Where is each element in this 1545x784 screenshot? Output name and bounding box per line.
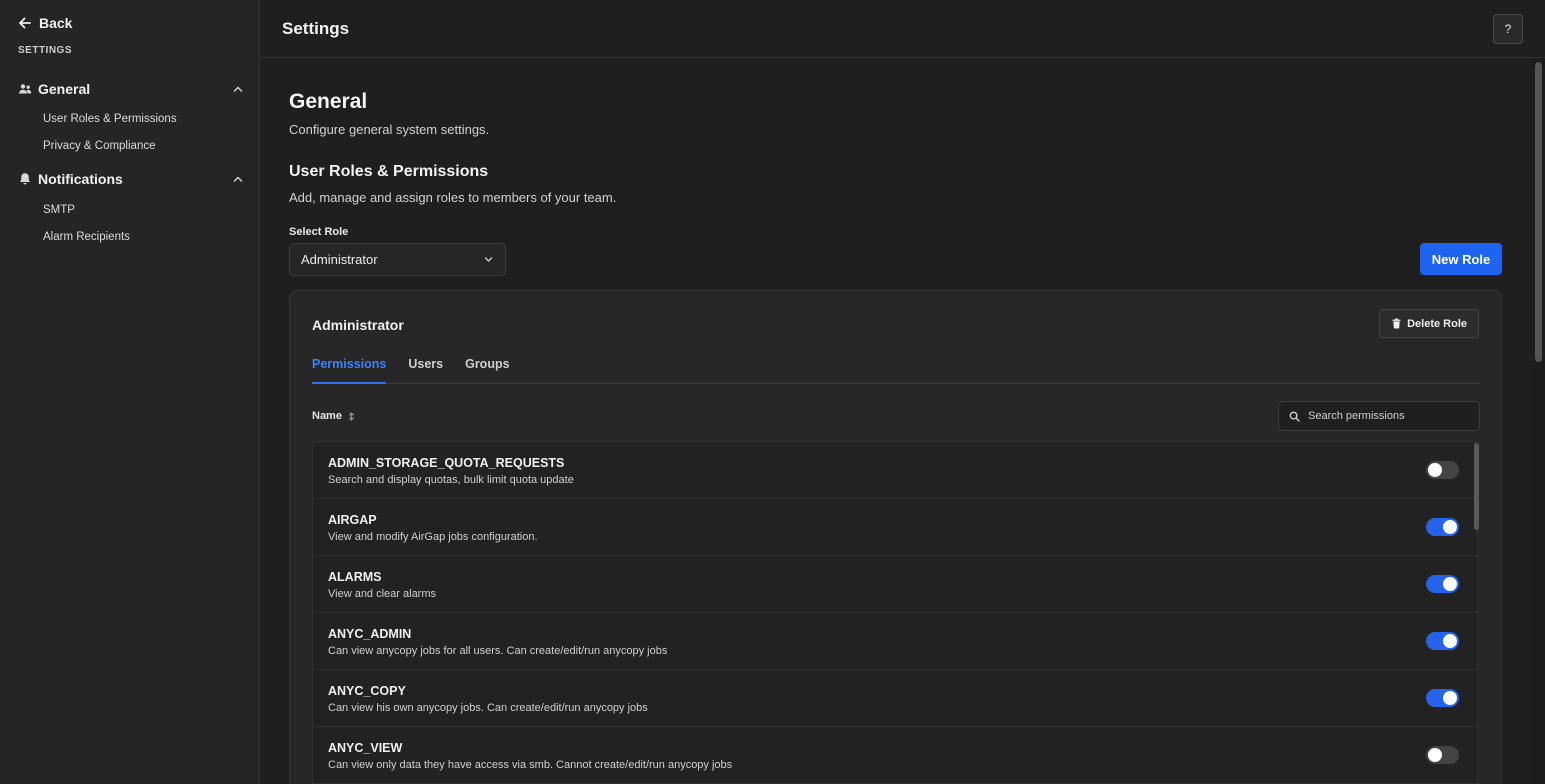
permission-name: ALARMS xyxy=(328,570,382,584)
toggle-knob xyxy=(1443,520,1457,534)
permission-row: ALARMS View and clear alarms xyxy=(313,556,1477,613)
sidebar-item-user-roles[interactable]: User Roles & Permissions xyxy=(43,113,177,125)
permission-description: Can view anycopy jobs for all users. Can… xyxy=(328,645,668,657)
main-scrollbar[interactable] xyxy=(1532,58,1545,784)
select-role-label: Select Role xyxy=(289,226,349,238)
sidebar-item-smtp[interactable]: SMTP xyxy=(43,204,75,216)
roles-description: Add, manage and assign roles to members … xyxy=(289,190,617,205)
permission-row: ANYC_VIEW Can view only data they have ac… xyxy=(313,727,1477,784)
role-select[interactable]: Administrator xyxy=(289,243,506,276)
role-card-title: Administrator xyxy=(312,317,404,333)
permission-toggle[interactable] xyxy=(1426,575,1459,593)
permission-row: ADMIN_STORAGE_QUOTA_REQUESTS Search and d… xyxy=(313,442,1477,499)
sidebar-group-notifications[interactable]: Notifications xyxy=(18,171,244,187)
permission-name: AIRGAP xyxy=(328,513,377,527)
search-permissions xyxy=(1278,401,1480,431)
chevron-up-icon[interactable] xyxy=(232,83,244,95)
permission-name: ANYC_VIEW xyxy=(328,741,403,755)
page-title: Settings xyxy=(282,19,350,38)
permission-description: View and modify AirGap jobs configuratio… xyxy=(328,531,538,543)
role-card: Administrator Delete Role Permissions Us… xyxy=(289,290,1502,784)
permission-toggle[interactable] xyxy=(1426,632,1459,650)
scrollbar-thumb[interactable] xyxy=(1535,62,1542,362)
tab-users[interactable]: Users xyxy=(408,357,443,384)
tab-groups[interactable]: Groups xyxy=(465,357,509,384)
permissions-list: ADMIN_STORAGE_QUOTA_REQUESTS Search and d… xyxy=(312,441,1478,784)
help-button[interactable]: ? xyxy=(1493,14,1523,44)
permission-description: Can view only data they have access via … xyxy=(328,759,733,771)
arrow-left-icon xyxy=(19,17,31,29)
permission-toggle[interactable] xyxy=(1426,746,1459,764)
toggle-knob xyxy=(1443,691,1457,705)
permission-toggle[interactable] xyxy=(1426,689,1459,707)
name-column-header[interactable]: Name xyxy=(312,410,356,422)
section-description: Configure general system settings. xyxy=(289,122,490,137)
role-select-value: Administrator xyxy=(301,252,378,267)
back-button[interactable]: Back xyxy=(18,15,72,31)
users-icon xyxy=(18,82,32,96)
permission-description: View and clear alarms xyxy=(328,588,437,600)
bell-icon xyxy=(18,172,32,186)
sidebar-item-alarm-recipients[interactable]: Alarm Recipients xyxy=(43,231,130,243)
permission-description: Search and display quotas, bulk limit qu… xyxy=(328,474,574,486)
permission-name: ADMIN_STORAGE_QUOTA_REQUESTS xyxy=(328,456,565,470)
toggle-knob xyxy=(1428,463,1442,477)
top-bar: Settings ? xyxy=(260,0,1545,58)
permission-toggle[interactable] xyxy=(1426,518,1459,536)
back-label: Back xyxy=(39,15,73,31)
new-role-button[interactable]: New Role xyxy=(1420,243,1502,275)
permission-row: ANYC_ADMIN Can view anycopy jobs for all … xyxy=(313,613,1477,670)
sidebar-group-label: Notifications xyxy=(38,171,123,187)
permission-name: ANYC_ADMIN xyxy=(328,627,412,641)
delete-role-button[interactable]: Delete Role xyxy=(1379,309,1479,338)
permission-description: Can view his own anycopy jobs. Can creat… xyxy=(328,702,648,714)
name-column-label: Name xyxy=(312,410,342,422)
sidebar-item-privacy[interactable]: Privacy & Compliance xyxy=(43,140,155,152)
sort-icon xyxy=(348,411,355,421)
chevron-down-icon xyxy=(483,254,494,265)
tab-permissions[interactable]: Permissions xyxy=(312,357,387,384)
toggle-knob xyxy=(1443,577,1457,591)
delete-role-label: Delete Role xyxy=(1407,317,1467,330)
sidebar: Back SETTINGS General User Roles & Permi… xyxy=(0,0,260,784)
sidebar-caption: SETTINGS xyxy=(18,45,73,56)
list-scrollbar-thumb[interactable] xyxy=(1474,443,1479,530)
sidebar-group-general[interactable]: General xyxy=(18,81,244,97)
toggle-knob xyxy=(1428,748,1442,762)
role-tabs: Permissions Users Groups xyxy=(312,357,1480,384)
sidebar-group-label: General xyxy=(38,81,91,97)
search-input[interactable] xyxy=(1308,410,1468,422)
section-title: General xyxy=(289,90,368,113)
toggle-knob xyxy=(1443,634,1457,648)
chevron-up-icon[interactable] xyxy=(232,173,244,185)
roles-title: User Roles & Permissions xyxy=(289,163,489,180)
permission-row: ANYC_COPY Can view his own anycopy jobs. … xyxy=(313,670,1477,727)
search-icon xyxy=(1289,411,1300,422)
trash-icon xyxy=(1392,318,1401,329)
permission-toggle[interactable] xyxy=(1426,461,1459,479)
permission-row: AIRGAP View and modify AirGap jobs config… xyxy=(313,499,1477,556)
permission-name: ANYC_COPY xyxy=(328,684,406,698)
